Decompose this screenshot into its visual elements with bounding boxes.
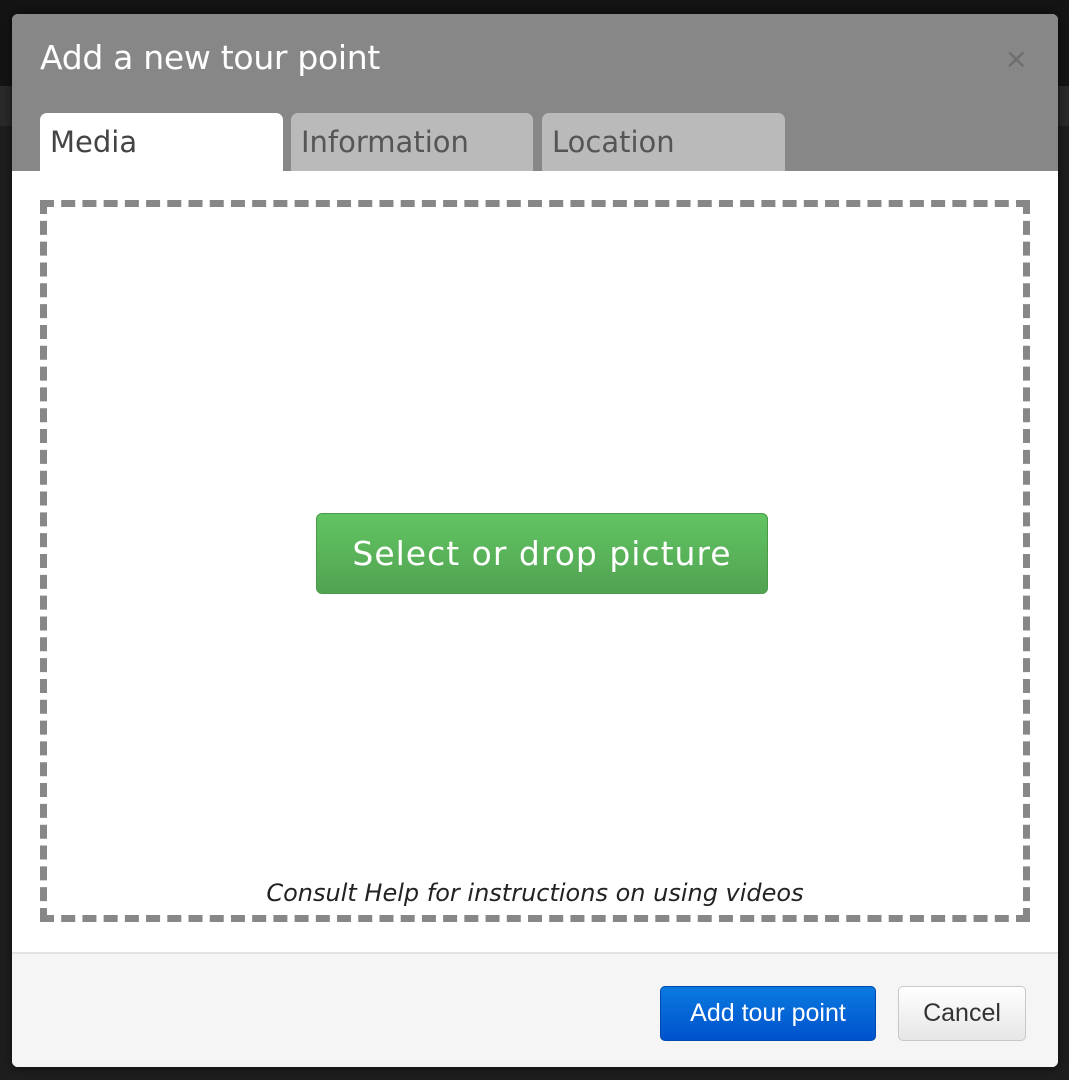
tab-location[interactable]: Location <box>542 113 785 171</box>
tab-information[interactable]: Information <box>291 113 533 171</box>
dialog-header: Add a new tour point × Media Information… <box>12 14 1058 171</box>
close-icon[interactable]: × <box>1005 42 1028 75</box>
add-tour-point-dialog: Add a new tour point × Media Information… <box>12 14 1058 1067</box>
picture-drop-zone[interactable]: Select or drop picture Consult Help for … <box>40 200 1030 922</box>
dialog-footer: Add tour point Cancel <box>12 952 1058 1067</box>
add-tour-point-button[interactable]: Add tour point <box>660 986 876 1041</box>
dialog-title: Add a new tour point <box>40 38 381 77</box>
select-picture-button[interactable]: Select or drop picture <box>316 513 768 594</box>
help-hint: Consult Help for instructions on using v… <box>266 879 804 907</box>
dialog-body: Select or drop picture Consult Help for … <box>12 171 1058 952</box>
tab-media[interactable]: Media <box>40 113 283 171</box>
cancel-button[interactable]: Cancel <box>898 986 1026 1041</box>
